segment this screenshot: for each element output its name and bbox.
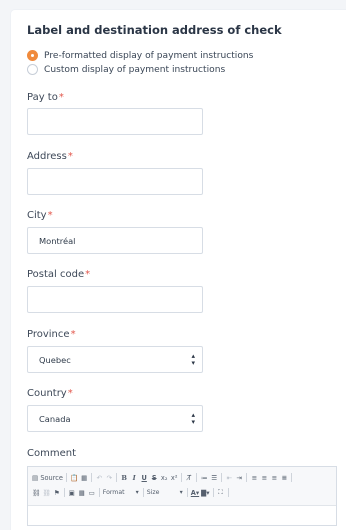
section-title: Label and destination address of check — [27, 23, 282, 37]
source-label: Source — [40, 473, 63, 482]
country-label: Country* — [27, 388, 73, 399]
toolbar-separator — [221, 473, 223, 482]
format-dropdown[interactable]: Format ▾ — [103, 488, 139, 498]
radio-preformatted[interactable]: Pre-formatted display of payment instruc… — [27, 50, 253, 61]
pay-to-label-text: Pay to — [27, 92, 58, 103]
chevron-down-icon: ▾ — [135, 489, 139, 496]
radio-preformatted-label: Pre-formatted display of payment instruc… — [44, 50, 254, 61]
underline-icon[interactable]: U — [140, 472, 148, 483]
required-marker: * — [67, 388, 73, 399]
outdent-icon[interactable]: ⇤ — [225, 472, 233, 483]
postal-code-input[interactable] — [27, 286, 203, 313]
toolbar-separator — [142, 488, 144, 497]
toolbar-separator — [91, 473, 93, 482]
toolbar-separator — [246, 473, 248, 482]
link-icon[interactable]: ⛓ — [32, 487, 40, 498]
align-left-icon[interactable]: ≡ — [250, 472, 258, 483]
country-label-text: Country — [27, 388, 67, 399]
city-value: Montréal — [39, 235, 76, 246]
radio-custom[interactable]: Custom display of payment instructions — [27, 64, 225, 75]
pay-to-label: Pay to* — [27, 92, 64, 103]
toolbar-separator — [212, 488, 214, 497]
format-label: Format — [102, 489, 125, 496]
city-input[interactable]: Montréal — [27, 227, 203, 254]
postal-code-label: Postal code* — [27, 269, 90, 280]
radio-custom-label: Custom display of payment instructions — [44, 64, 226, 75]
country-value: Canada — [39, 413, 71, 424]
check-address-card: Label and destination address of check P… — [11, 10, 346, 530]
image-icon[interactable]: ▣ — [68, 487, 76, 498]
background-color-icon[interactable]: ▇▾ — [201, 487, 209, 498]
toolbar-separator — [116, 473, 118, 482]
toolbar-separator — [196, 473, 198, 482]
address-input[interactable] — [27, 168, 203, 195]
italic-icon[interactable]: I — [130, 472, 138, 483]
city-label: City* — [27, 210, 53, 221]
province-label: Province* — [27, 329, 76, 340]
province-label-text: Province — [27, 329, 70, 340]
paste-icon[interactable]: 📋 — [70, 472, 78, 483]
table-icon[interactable]: ▦ — [78, 487, 86, 498]
paste-text-icon[interactable]: ▦ — [80, 472, 88, 483]
select-arrows-icon: ▴ ▾ — [191, 351, 195, 367]
undo-icon[interactable]: ↶ — [95, 472, 103, 483]
toolbar-separator — [227, 488, 229, 497]
align-justify-icon[interactable]: ≣ — [280, 472, 288, 483]
toolbar-separator — [63, 488, 65, 497]
pay-to-input[interactable] — [27, 108, 203, 135]
required-marker: * — [58, 92, 64, 103]
required-marker: * — [70, 329, 76, 340]
remove-format-icon[interactable]: T̸ — [185, 472, 193, 483]
postal-code-label-text: Postal code — [27, 269, 85, 280]
subscript-icon[interactable]: x₂ — [160, 472, 168, 483]
redo-icon[interactable]: ↷ — [105, 472, 113, 483]
toolbar-separator — [186, 488, 188, 497]
bulleted-list-icon[interactable]: ☰ — [210, 472, 218, 483]
toolbar-separator — [65, 473, 67, 482]
required-marker: * — [47, 210, 53, 221]
country-select[interactable]: Canada ▴ ▾ — [27, 405, 203, 432]
unlink-icon[interactable]: ⛓ — [42, 487, 50, 498]
toolbar-row-2: ⛓ ⛓ ⚑ ▣ ▦ ▭ Format ▾ Size ▾ A▾ ▇▾ ⛶ — [32, 485, 332, 500]
toolbar-separator — [98, 488, 100, 497]
text-color-icon[interactable]: A▾ — [191, 487, 199, 498]
size-dropdown[interactable]: Size ▾ — [147, 488, 183, 498]
align-right-icon[interactable]: ≡ — [270, 472, 278, 483]
horizontal-rule-icon[interactable]: ▭ — [88, 487, 96, 498]
comment-editor[interactable]: ▤ Source 📋 ▦ ↶ ↷ B I U S x₂ x² T̸ ≔ ☰ ⇤ … — [27, 466, 337, 526]
chevron-down-icon: ▾ — [179, 489, 183, 496]
toolbar-separator — [181, 473, 183, 482]
address-label: Address* — [27, 151, 73, 162]
editor-toolbar: ▤ Source 📋 ▦ ↶ ↷ B I U S x₂ x² T̸ ≔ ☰ ⇤ … — [28, 467, 336, 506]
anchor-flag-icon[interactable]: ⚑ — [53, 487, 61, 498]
toolbar-separator — [291, 473, 293, 482]
city-label-text: City — [27, 210, 47, 221]
source-icon[interactable]: ▤ Source — [32, 472, 63, 483]
indent-icon[interactable]: ⇥ — [235, 472, 243, 483]
province-select[interactable]: Quebec ▴ ▾ — [27, 346, 203, 373]
address-label-text: Address — [27, 151, 67, 162]
bold-icon[interactable]: B — [120, 472, 128, 483]
radio-checked-icon[interactable] — [27, 50, 38, 61]
comment-label: Comment — [27, 448, 76, 459]
strikethrough-icon[interactable]: S — [150, 472, 158, 483]
numbered-list-icon[interactable]: ≔ — [200, 472, 208, 483]
required-marker: * — [67, 151, 73, 162]
superscript-icon[interactable]: x² — [170, 472, 178, 483]
province-value: Quebec — [39, 354, 71, 365]
maximize-icon[interactable]: ⛶ — [217, 487, 225, 498]
required-marker: * — [85, 269, 91, 280]
select-arrows-icon: ▴ ▾ — [191, 410, 195, 426]
toolbar-row-1: ▤ Source 📋 ▦ ↶ ↷ B I U S x₂ x² T̸ ≔ ☰ ⇤ … — [32, 470, 332, 485]
size-label: Size — [146, 489, 160, 496]
align-center-icon[interactable]: ≡ — [260, 472, 268, 483]
radio-unchecked-icon[interactable] — [27, 64, 38, 75]
